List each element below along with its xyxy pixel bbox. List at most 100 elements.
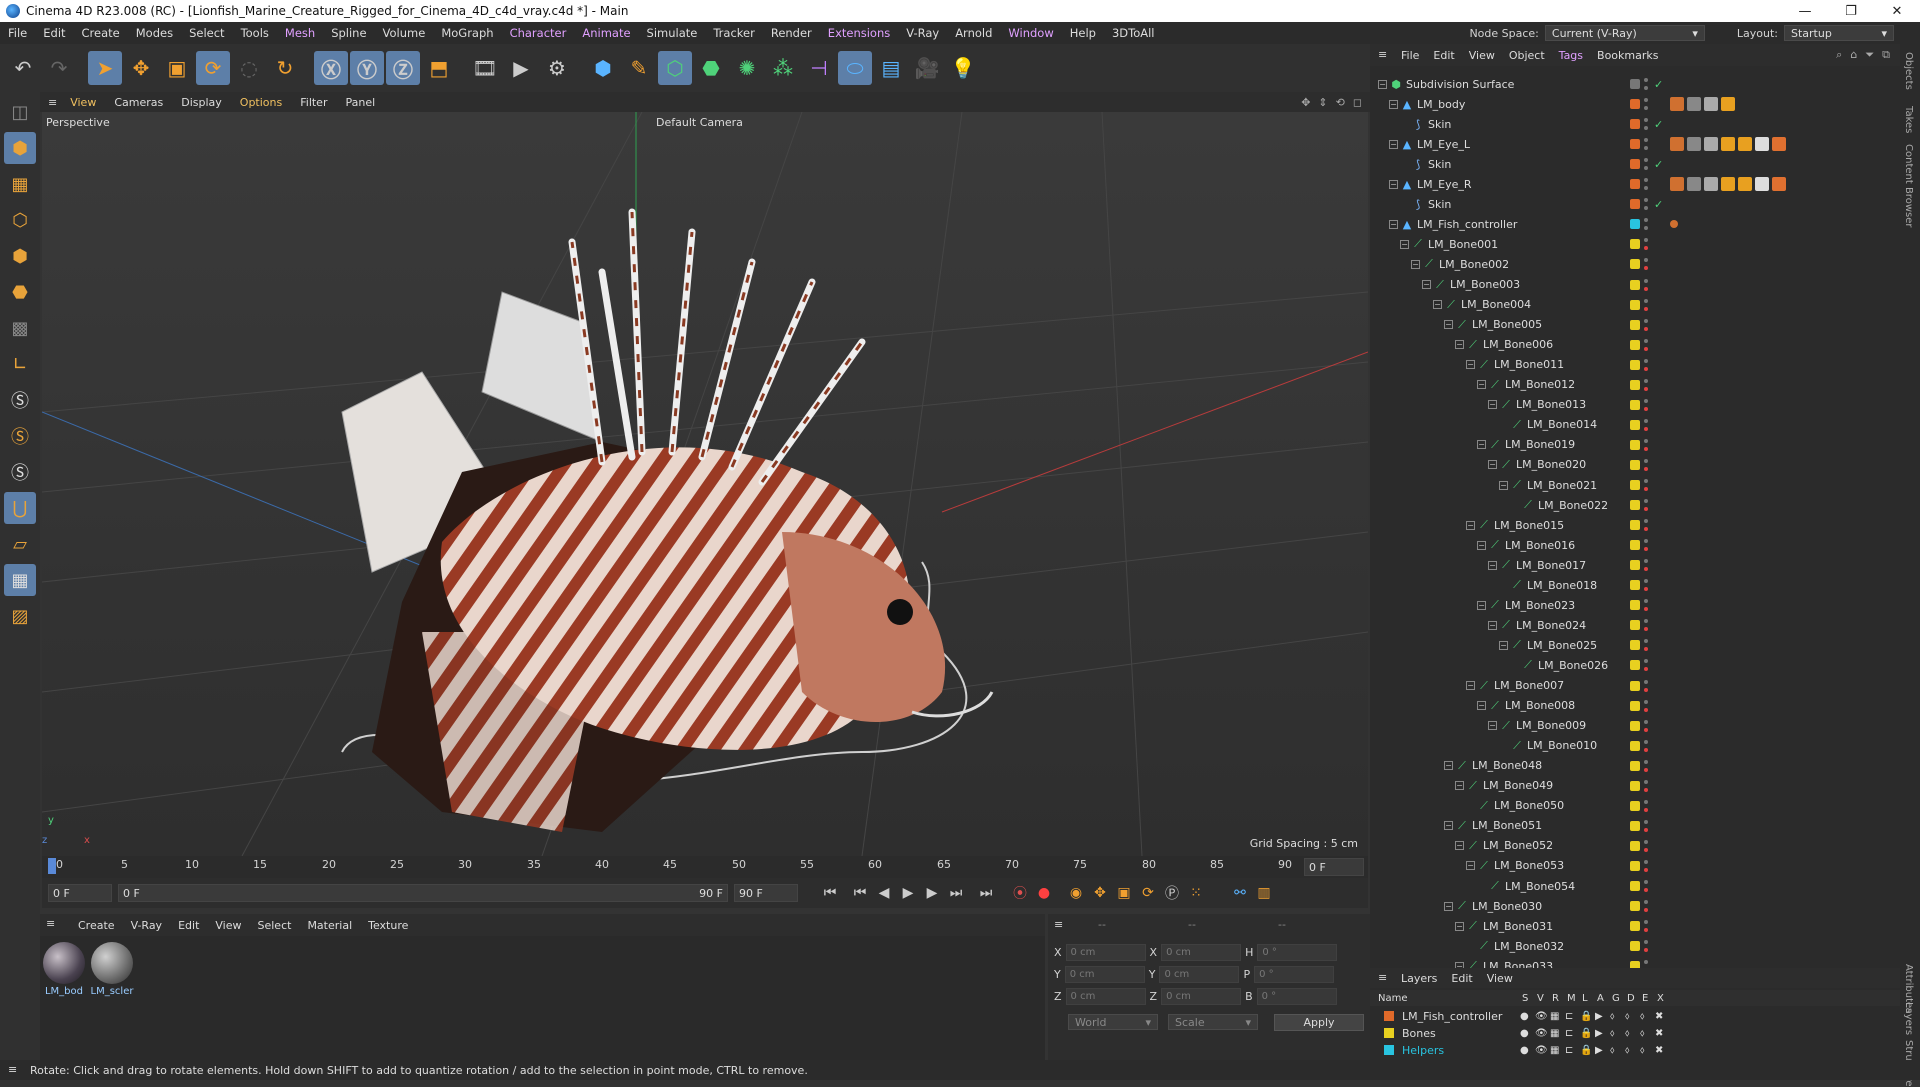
expand-toggle-icon[interactable]: −	[1466, 360, 1475, 370]
visibility-dots-icon[interactable]	[1644, 78, 1648, 90]
parameter-key-icon[interactable]: Ⓟ	[1160, 881, 1184, 905]
expand-toggle-icon[interactable]: −	[1477, 540, 1486, 550]
enabled-check-icon[interactable]: ✓	[1654, 78, 1663, 91]
object-tag-icon[interactable]	[1738, 137, 1752, 152]
expression-icon[interactable]: ⬨	[1640, 1045, 1645, 1056]
position-y-field[interactable]: 0 cm	[1064, 966, 1145, 983]
visibility-dots-icon[interactable]	[1644, 318, 1648, 331]
max-frame-field[interactable]: 90 F	[734, 884, 798, 902]
viewport-menu-cameras[interactable]: Cameras	[105, 96, 172, 109]
object-tag-icon[interactable]	[1670, 137, 1684, 152]
hamburger-icon[interactable]: ≡	[1054, 918, 1063, 931]
expand-toggle-icon[interactable]: −	[1466, 520, 1475, 530]
object-row[interactable]: ⟆ Skin ✓	[1370, 154, 1880, 174]
object-row[interactable]: − ⟋ LM_Bone048	[1370, 756, 1880, 776]
layer-color-swatch[interactable]	[1630, 820, 1640, 831]
object-tag-icon[interactable]	[1755, 137, 1769, 152]
rotation-p-field[interactable]: 0 °	[1254, 966, 1335, 983]
object-tag-icon[interactable]	[1687, 177, 1701, 192]
object-row[interactable]: − ▲ LM_Eye_L	[1370, 134, 1880, 154]
render-view-icon[interactable]: 🎞	[468, 51, 502, 85]
menu-mesh[interactable]: Mesh	[277, 26, 323, 40]
expand-toggle-icon[interactable]: −	[1488, 400, 1497, 410]
expand-toggle-icon[interactable]: −	[1466, 861, 1475, 871]
object-row[interactable]: − ⟋ LM_Bone019	[1370, 435, 1880, 455]
visibility-dots-icon[interactable]	[1644, 699, 1648, 712]
hamburger-icon[interactable]: ≡	[8, 1063, 17, 1076]
animation-icon[interactable]: ▶	[1595, 1011, 1603, 1022]
visibility-dots-icon[interactable]	[1644, 779, 1648, 792]
quantize-icon[interactable]: Ⓢ	[4, 456, 36, 488]
object-tag-icon[interactable]	[1721, 97, 1735, 112]
layer-color-swatch[interactable]	[1630, 99, 1640, 110]
move-tool-icon[interactable]: ✥	[124, 51, 158, 85]
expand-toggle-icon[interactable]: −	[1466, 681, 1475, 690]
expand-toggle-icon[interactable]	[1466, 942, 1475, 951]
object-row[interactable]: − ⟋ LM_Bone015	[1370, 515, 1880, 535]
expand-toggle-icon[interactable]	[1400, 120, 1409, 129]
lock-icon[interactable]: 🔒	[1580, 1011, 1592, 1022]
recent-tool-icon[interactable]: ↻	[268, 51, 302, 85]
keyframe-selection-icon[interactable]: ◉	[1064, 881, 1088, 905]
expand-toggle-icon[interactable]: −	[1455, 781, 1464, 791]
menu-character[interactable]: Character	[502, 26, 575, 40]
deformer-icon[interactable]: ⬨	[1625, 1045, 1630, 1056]
layer-color-swatch[interactable]	[1630, 760, 1640, 771]
expand-toggle-icon[interactable]: −	[1389, 219, 1398, 229]
menu-select[interactable]: Select	[181, 26, 232, 40]
expand-toggle-icon[interactable]: −	[1400, 239, 1409, 249]
manager-icon[interactable]: ⊏	[1565, 1011, 1573, 1022]
expand-toggle-icon[interactable]: −	[1455, 340, 1464, 350]
visibility-dots-icon[interactable]	[1644, 118, 1648, 131]
previous-key-icon[interactable]: ⏮	[848, 881, 872, 905]
object-menu-view[interactable]: View	[1462, 49, 1502, 62]
visibility-dots-icon[interactable]	[1644, 900, 1648, 913]
layer-row[interactable]: Bones ● 👁 ▦ ⊏ 🔒 ▶ ⬨ ⬨ ⬨ ✖	[1370, 1025, 1900, 1041]
visibility-dots-icon[interactable]	[1644, 418, 1648, 431]
object-tag-icon[interactable]	[1755, 177, 1769, 192]
next-frame-icon[interactable]: ▶	[920, 881, 944, 905]
visibility-dots-icon[interactable]	[1644, 438, 1648, 451]
grid-workplane-icon[interactable]: ▦	[4, 564, 36, 596]
timeline-ruler[interactable]: 0 5 10 15 20 25 30 35 40 45 50 55 60 65 …	[42, 856, 1368, 878]
menu-mograph[interactable]: MoGraph	[433, 26, 501, 40]
camera-icon[interactable]: 🎥	[910, 51, 944, 85]
material-swatch[interactable]: LM_bod	[42, 942, 86, 1002]
visibility-dots-icon[interactable]	[1644, 880, 1648, 892]
record-keys-icon[interactable]: ⦿	[1008, 881, 1032, 905]
expand-toggle-icon[interactable]: −	[1477, 600, 1486, 610]
generator-icon[interactable]: ⬨	[1610, 1045, 1615, 1056]
object-tag-icon[interactable]	[1721, 177, 1735, 192]
render-picture-viewer-icon[interactable]: ▶	[504, 51, 538, 85]
visibility-dots-icon[interactable]	[1644, 278, 1648, 291]
frame-range-slider[interactable]: 0 F 90 F	[118, 884, 728, 902]
visibility-dots-icon[interactable]	[1644, 398, 1648, 411]
size-x-field[interactable]: 0 cm	[1161, 944, 1242, 961]
expand-toggle-icon[interactable]: −	[1444, 901, 1453, 911]
node-space-dropdown[interactable]: Current (V-Ray) ▾	[1544, 25, 1705, 41]
object-row[interactable]: ⟋ LM_Bone054	[1370, 876, 1880, 896]
menu-3dtoall[interactable]: 3DToAll	[1104, 26, 1163, 40]
mograph-cloner-icon[interactable]: ✺	[730, 51, 764, 85]
apply-button[interactable]: Apply	[1274, 1014, 1364, 1031]
generator-icon[interactable]: ⬨	[1610, 1028, 1615, 1039]
object-menu-edit[interactable]: Edit	[1426, 49, 1461, 62]
expand-toggle-icon[interactable]	[1510, 661, 1519, 670]
visibility-dots-icon[interactable]	[1644, 579, 1648, 592]
render-icon[interactable]: ▦	[1550, 1028, 1559, 1039]
deformer-icon[interactable]: ⬨	[1625, 1028, 1630, 1039]
visibility-dots-icon[interactable]	[1644, 859, 1648, 872]
deformer-icon[interactable]: ⬨	[1625, 1011, 1630, 1022]
object-tag-icon[interactable]	[1704, 177, 1718, 192]
y-axis-icon[interactable]: Ⓨ	[350, 51, 384, 85]
visibility-dots-icon[interactable]	[1644, 940, 1648, 953]
layer-color-swatch[interactable]	[1630, 339, 1640, 350]
object-row[interactable]: ⟋ LM_Bone026	[1370, 655, 1880, 675]
layer-color-swatch[interactable]	[1630, 660, 1640, 671]
expand-toggle-icon[interactable]: −	[1499, 640, 1508, 650]
tab-takes[interactable]: Takes	[1903, 106, 1914, 133]
orbit-view-icon[interactable]: ⟲	[1336, 96, 1345, 109]
position-z-field[interactable]: 0 cm	[1065, 988, 1146, 1005]
generator-icon[interactable]: ⬨	[1610, 1011, 1615, 1022]
menu-extensions[interactable]: Extensions	[820, 26, 898, 40]
